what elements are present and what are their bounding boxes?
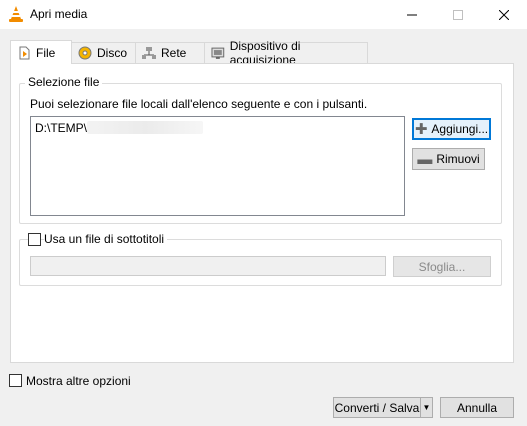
tab-rete[interactable]: Rete (135, 42, 205, 63)
maximize-button (435, 0, 481, 29)
capture-device-icon (211, 47, 225, 59)
network-icon (142, 47, 156, 59)
add-button[interactable]: ✚ Aggiungi... (412, 118, 491, 140)
cancel-button[interactable]: Annulla (440, 397, 514, 418)
tab-disco[interactable]: Disco (71, 42, 136, 63)
tab-label: Rete (161, 46, 187, 60)
file-list[interactable]: D:\TEMP\ (30, 116, 405, 216)
minimize-button[interactable] (389, 0, 435, 29)
file-selection-group-label: Selezione file (25, 75, 103, 89)
file-path: D:\TEMP\ (35, 121, 88, 135)
chevron-down-icon: ▼ (422, 403, 431, 412)
cancel-button-label: Annulla (456, 400, 498, 415)
vlc-cone-icon (9, 6, 23, 22)
open-media-dialog: Apri media File Disco Rete Dispositivo d… (0, 0, 527, 426)
redacted-filename (87, 121, 204, 134)
tab-capture-device[interactable]: Dispositivo di acquisizione (204, 39, 368, 67)
tab-label: Disco (97, 46, 128, 60)
plus-icon: ✚ (414, 120, 428, 138)
subtitle-checkbox[interactable] (28, 233, 41, 246)
convert-save-label: Converti / Salva (334, 400, 420, 415)
remove-button[interactable]: ▬ Rimuovi (412, 148, 485, 170)
convert-save-button[interactable]: Converti / Salva (333, 397, 421, 418)
tab-file[interactable]: File (10, 40, 72, 64)
minus-icon: ▬ (417, 150, 433, 168)
more-options-label[interactable]: Mostra altre opzioni (26, 374, 131, 388)
window-title: Apri media (30, 7, 88, 21)
maximize-icon (453, 9, 463, 20)
title-bar: Apri media (0, 0, 527, 29)
browse-button-label: Sfoglia... (418, 259, 466, 274)
list-item[interactable]: D:\TEMP\ (35, 121, 204, 135)
tab-label: File (36, 45, 56, 60)
disc-icon (78, 46, 92, 60)
remove-button-label: Rimuovi (436, 152, 480, 166)
file-selection-description: Puoi selezionare file locali dall'elenco… (30, 97, 368, 111)
subtitle-path-field (30, 256, 386, 276)
close-button[interactable] (481, 0, 527, 29)
add-button-label: Aggiungi... (431, 122, 489, 136)
file-icon (19, 46, 30, 59)
minimize-icon (407, 14, 417, 15)
subtitle-checkbox-label[interactable]: Usa un file di sottotitoli (44, 232, 168, 246)
convert-dropdown-button[interactable]: ▼ (420, 397, 433, 418)
close-icon (499, 9, 509, 20)
more-options-checkbox[interactable] (9, 374, 22, 387)
browse-button: Sfoglia... (393, 256, 491, 277)
